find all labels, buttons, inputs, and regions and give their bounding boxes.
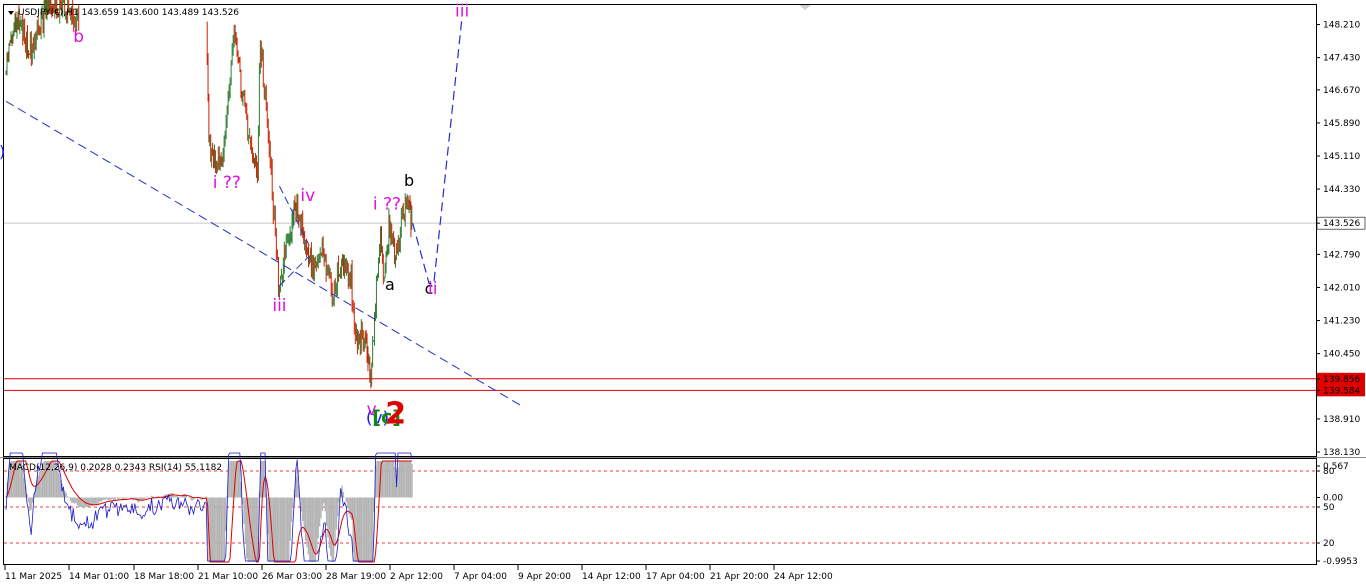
time-tick-label: 17 Apr 04:00	[646, 572, 705, 582]
wave-labels: bi ??iviiii ??ba ciiiiiv(v)[c]2	[73, 1, 469, 431]
indicator-tick-label: 80	[1323, 467, 1335, 477]
price-tick-label: 142.790	[1323, 250, 1360, 260]
price-tick-label: 143.526	[1323, 219, 1360, 229]
price-tick-label: 144.330	[1323, 185, 1360, 195]
wave-label: a	[385, 275, 395, 294]
wave-label: iii	[272, 296, 286, 316]
time-tick-label: 28 Mar 19:00	[326, 572, 386, 582]
price-tick-label: 138.910	[1323, 415, 1360, 425]
symbol-menu-icon[interactable]	[8, 11, 14, 15]
price-tick-label: 147.430	[1323, 54, 1360, 64]
edge-paren-label: )	[0, 142, 5, 161]
price-chart[interactable]: bi ??iviiii ??ba ciiiiiv(v)[c]2 148.21014…	[0, 0, 1366, 588]
price-tick-label: 138.130	[1323, 448, 1360, 458]
time-tick-label: 7 Apr 04:00	[454, 572, 507, 582]
time-tick-label: 24 Apr 12:00	[774, 572, 833, 582]
wave-lines	[5, 16, 524, 408]
candles	[5, 0, 413, 389]
symbol-header: USDJPY(€),H1 143.659 143.600 143.489 143…	[18, 8, 239, 18]
indicator-tick-label: 0.00	[1323, 494, 1343, 504]
price-tick-label: 140.450	[1323, 350, 1360, 360]
time-tick-label: 21 Mar 10:00	[198, 572, 258, 582]
price-tick-label: 148.210	[1323, 21, 1360, 31]
indicator-axis: 0.567800.005020-0.9953	[1316, 462, 1358, 567]
wave-label: b	[404, 171, 414, 190]
scroll-marker-icon	[799, 5, 811, 10]
time-axis: 11 Mar 2025 14 Mar 01:00 18 Mar 18:00 21 Ma…	[4, 565, 833, 582]
price-tick-label: 145.890	[1323, 119, 1360, 129]
time-tick-label: 14 Mar 01:00	[69, 572, 129, 582]
time-tick-label: 2 Apr 12:00	[390, 572, 443, 582]
wave-label: i ??	[373, 194, 401, 214]
time-tick-label: 11 Mar 2025	[5, 572, 62, 582]
indicator-frame	[3, 458, 1317, 565]
time-tick-label: 21 Apr 20:00	[710, 572, 769, 582]
projection-path[interactable]	[412, 16, 463, 285]
main-chart-frame	[3, 4, 1317, 457]
price-tick-label: 139.584	[1323, 386, 1360, 396]
wave-label: 2	[385, 397, 406, 432]
price-axis: 148.210 147.430 146.670 145.890 145.110 144.3…	[1316, 21, 1366, 458]
time-tick-label: 26 Mar 03:00	[262, 572, 322, 582]
wave-label: iii	[455, 1, 469, 21]
indicator-tick-label: 50	[1323, 503, 1335, 513]
price-tick-label: 139.856	[1323, 375, 1360, 385]
price-tick-label: 142.010	[1323, 283, 1360, 293]
price-tick-label: 145.110	[1323, 152, 1360, 162]
indicator-tick-label: 20	[1323, 539, 1335, 549]
price-tick-label: 141.230	[1323, 317, 1360, 327]
wave-label: ii	[428, 279, 437, 299]
time-tick-label: 18 Mar 18:00	[134, 572, 194, 582]
time-tick-label: 14 Apr 12:00	[582, 572, 641, 582]
wave-label: iv	[300, 186, 315, 206]
price-tick-label: 146.670	[1323, 86, 1360, 96]
indicator-tick-label: -0.9953	[1323, 557, 1358, 567]
wave-label: b	[73, 27, 84, 47]
trend-line[interactable]	[5, 100, 524, 408]
indicator-header: MACD(12,26,9) 0.2028 0.2343 RSI(14) 55.1…	[9, 463, 222, 473]
support-levels	[4, 378, 1316, 391]
time-tick-label: 9 Apr 20:00	[518, 572, 571, 582]
wave-label: i ??	[213, 173, 241, 193]
